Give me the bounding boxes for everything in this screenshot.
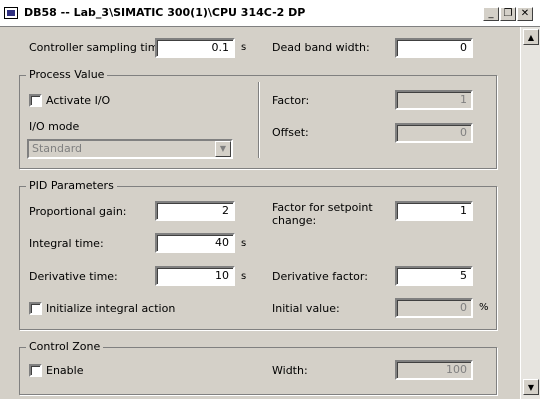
activate-io-label: Activate I/O — [46, 94, 111, 107]
derivative-time-input[interactable]: 10 — [155, 266, 235, 286]
dead-band-label: Dead band width: — [272, 41, 370, 54]
derivative-time-unit: s — [241, 271, 247, 282]
proportional-gain-label: Proportional gain: — [29, 205, 127, 218]
integral-time-unit: s — [241, 238, 247, 249]
derivative-factor-input[interactable]: 5 — [395, 266, 473, 286]
setpoint-factor-label: Factor for setpoint change: — [272, 201, 373, 227]
offset-label: Offset: — [272, 126, 309, 139]
setpoint-factor-input[interactable]: 1 — [395, 201, 473, 221]
title-bar: DB58 -- Lab_3\SIMATIC 300(1)\CPU 314C-2 … — [0, 0, 540, 27]
minimize-icon: _ — [488, 8, 494, 19]
arrow-up-icon: ▲ — [527, 32, 535, 42]
factor-input: 1 — [395, 90, 473, 110]
initialize-integral-label: Initialize integral action — [46, 302, 176, 315]
process-value-title: Process Value — [26, 68, 108, 81]
io-mode-select[interactable]: Standard ▼ — [27, 139, 233, 159]
close-icon: ✕ — [520, 8, 530, 19]
control-zone-title: Control Zone — [26, 340, 104, 353]
initial-value-unit: % — [479, 302, 489, 313]
width-input: 100 — [395, 360, 473, 380]
factor-label: Factor: — [272, 94, 310, 107]
io-mode-value: Standard — [32, 142, 83, 155]
chevron-down-icon[interactable]: ▼ — [215, 141, 231, 157]
integral-time-label: Integral time: — [29, 237, 104, 250]
pid-parameters-title: PID Parameters — [26, 179, 117, 192]
activate-io-checkbox[interactable] — [29, 94, 42, 107]
initial-value-input: 0 — [395, 298, 473, 318]
enable-label: Enable — [46, 364, 84, 377]
close-button[interactable]: ✕ — [517, 7, 533, 21]
derivative-time-label: Derivative time: — [29, 270, 118, 283]
io-mode-label: I/O mode — [29, 120, 80, 133]
minimize-button[interactable]: _ — [483, 7, 499, 21]
width-label: Width: — [272, 364, 308, 377]
initialize-integral-checkbox[interactable] — [29, 302, 42, 315]
db-block-icon — [4, 7, 18, 19]
scroll-down-button[interactable]: ▼ — [523, 379, 539, 395]
group-divider — [258, 82, 260, 158]
proportional-gain-input[interactable]: 2 — [155, 201, 235, 221]
integral-time-input[interactable]: 40 — [155, 233, 235, 253]
derivative-factor-label: Derivative factor: — [272, 270, 368, 283]
arrow-down-icon: ▼ — [527, 382, 535, 392]
initial-value-label: Initial value: — [272, 302, 340, 315]
enable-checkbox[interactable] — [29, 364, 42, 377]
dead-band-input[interactable]: 0 — [395, 38, 473, 58]
offset-input: 0 — [395, 123, 473, 143]
sampling-time-unit: s — [241, 42, 247, 53]
window-title: DB58 -- Lab_3\SIMATIC 300(1)\CPU 314C-2 … — [24, 6, 306, 19]
restore-icon: ❐ — [503, 8, 513, 19]
restore-button[interactable]: ❐ — [500, 7, 516, 21]
vertical-scrollbar[interactable]: ▲ ▼ — [520, 27, 540, 399]
sampling-time-input[interactable]: 0.1 — [155, 38, 235, 58]
scroll-up-button[interactable]: ▲ — [523, 29, 539, 45]
sampling-time-label: Controller sampling time: — [29, 41, 169, 54]
